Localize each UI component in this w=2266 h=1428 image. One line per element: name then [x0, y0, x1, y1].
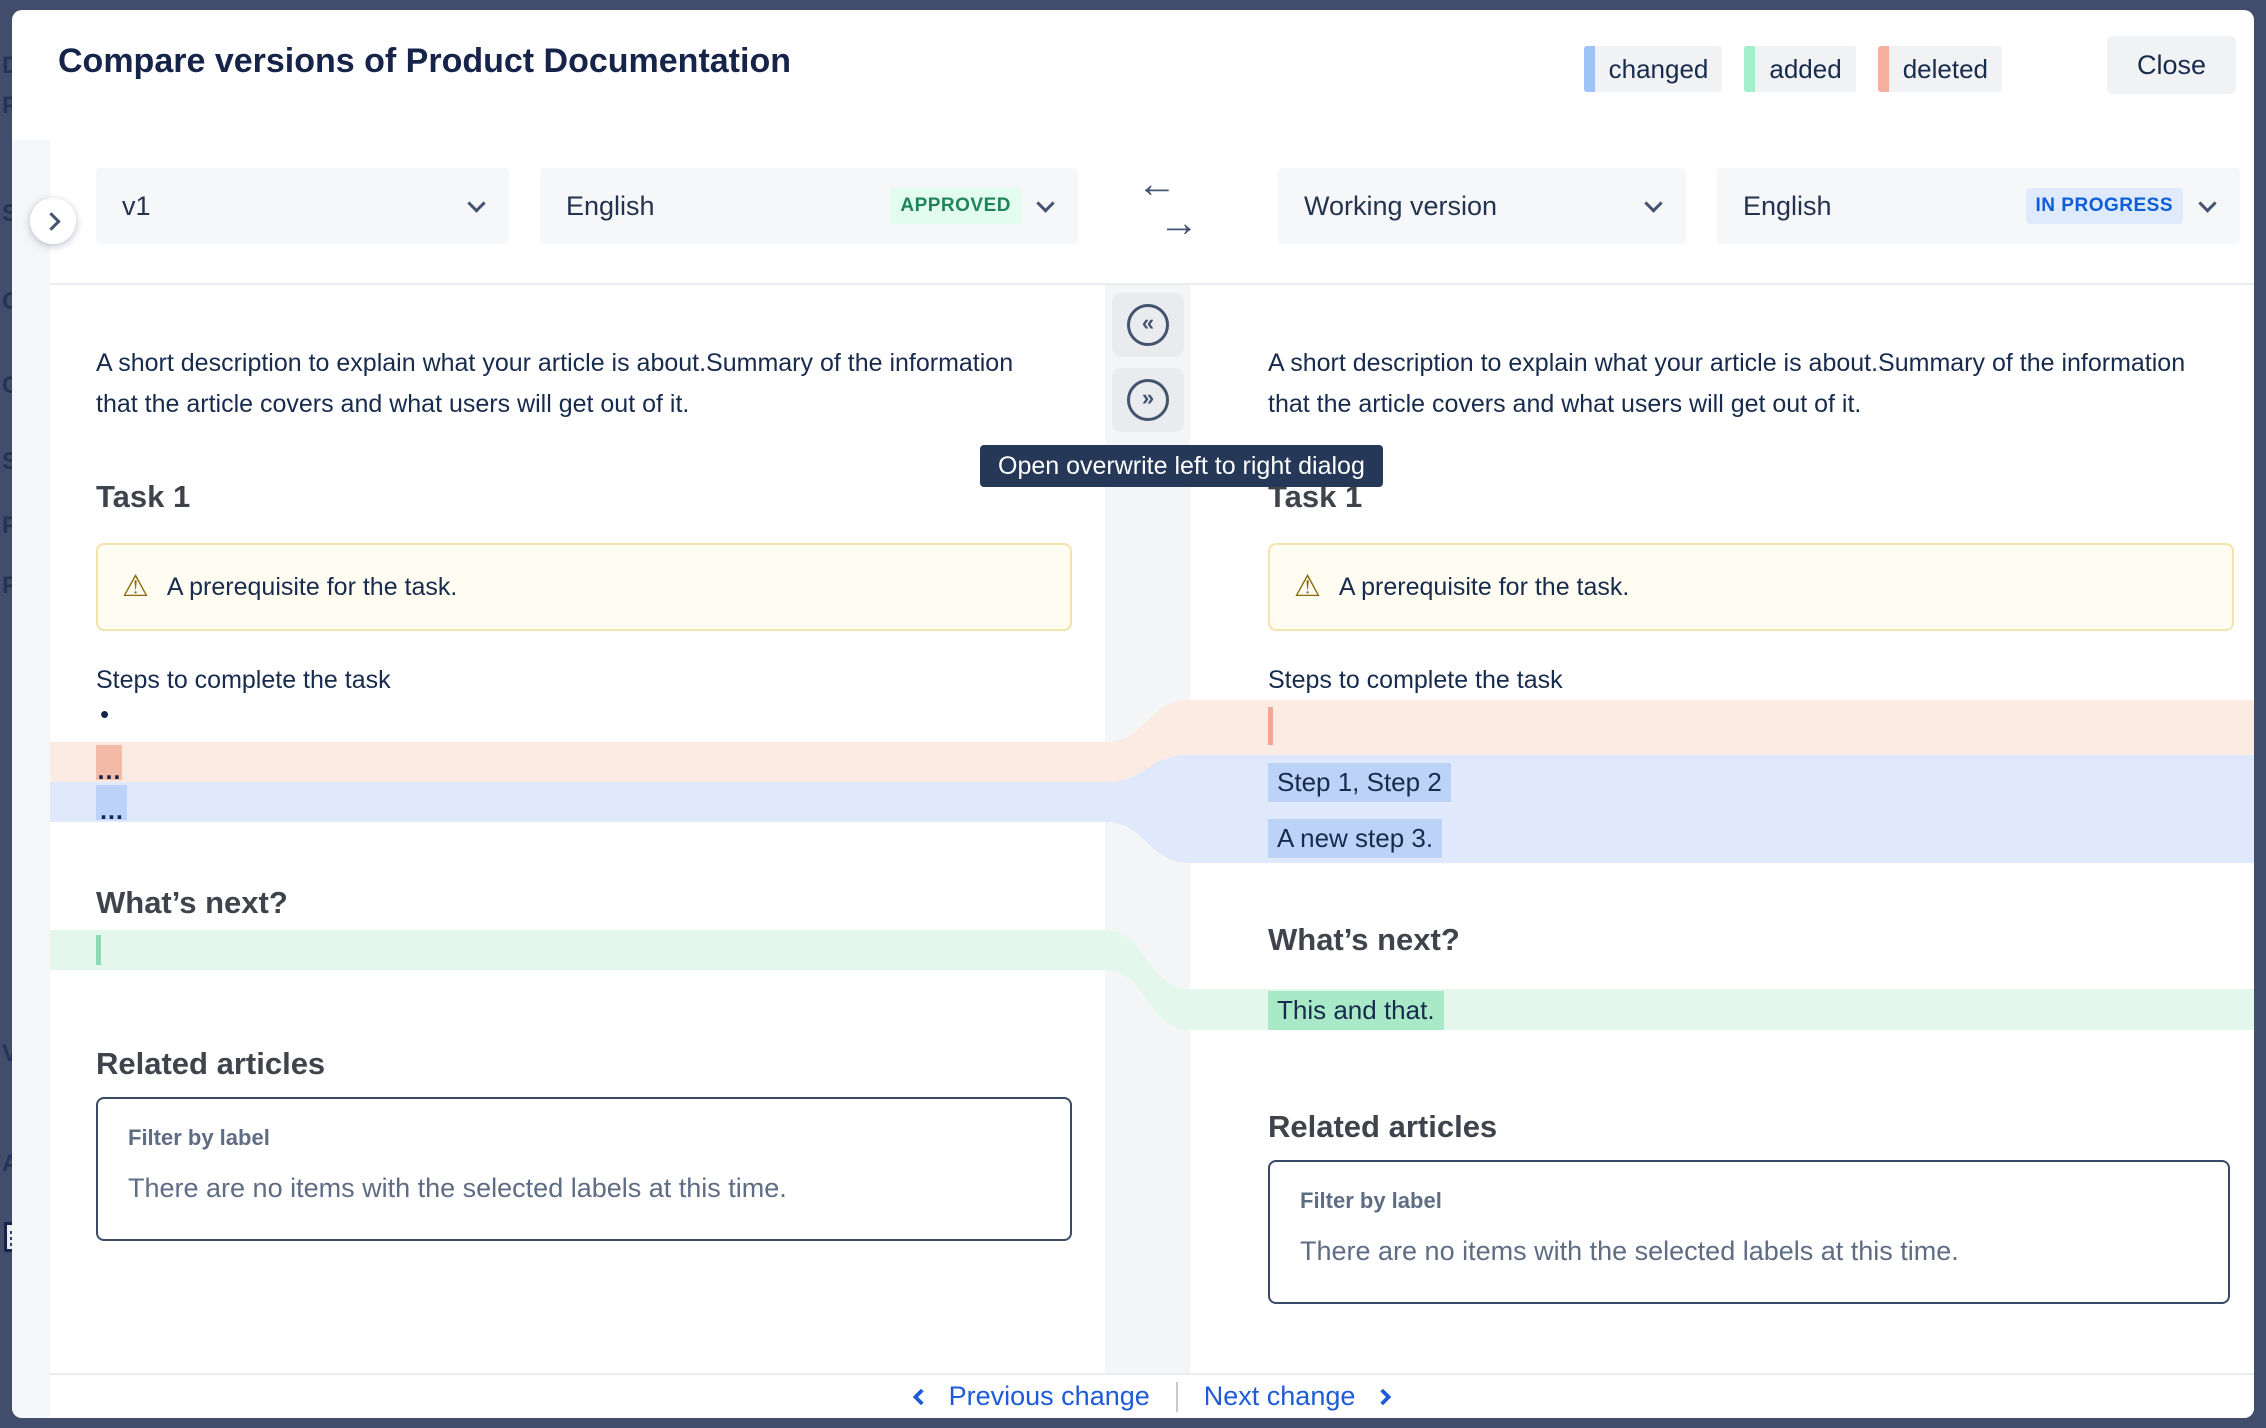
steps-label: Steps to complete the task — [1268, 666, 1563, 695]
warning-icon: ⚠ — [122, 572, 149, 602]
footer-divider — [1176, 1382, 1178, 1412]
in-progress-status-badge: IN PROGRESS — [2026, 188, 2183, 224]
chevron-down-icon — [467, 194, 485, 212]
close-button[interactable]: Close — [2107, 36, 2236, 94]
changed-text-line: A new step 3. — [1268, 819, 1442, 858]
list-bullet: • — [100, 699, 109, 730]
diff-legend: changed added deleted — [1584, 46, 2002, 92]
added-text-line: This and that. — [1268, 991, 1444, 1030]
diff-content: « » Open overwrite left to right dialog … — [50, 285, 2254, 1373]
deleted-diff-band: … — [50, 742, 1105, 782]
changed-color-swatch — [1584, 46, 1595, 92]
dialog-title: Compare versions of Product Documentatio… — [58, 42, 791, 81]
left-version-panel: A short description to explain what your… — [50, 285, 1105, 1373]
chevron-down-icon — [2198, 194, 2216, 212]
related-articles-heading: Related articles — [1268, 1109, 1497, 1145]
deleted-color-swatch — [1878, 46, 1889, 92]
filter-by-label: Filter by label — [1300, 1188, 1442, 1214]
related-articles-box: Filter by label There are no items with … — [96, 1097, 1072, 1241]
article-description: A short description to explain what your… — [96, 343, 1031, 425]
compare-toolbar: v1 English APPROVED ← → Working version … — [50, 140, 2254, 285]
left-language-value: English — [566, 191, 655, 222]
chevron-down-icon — [1036, 194, 1054, 212]
deleted-cursor-bar — [1268, 707, 1273, 745]
filter-by-label: Filter by label — [128, 1125, 270, 1151]
chevron-right-icon — [1375, 1388, 1392, 1405]
changed-stub: … — [96, 785, 127, 820]
legend-changed: changed — [1584, 46, 1723, 92]
right-arrow-icon: → — [1159, 201, 1199, 246]
legend-deleted: deleted — [1878, 46, 2002, 92]
legend-deleted-label: deleted — [1889, 46, 2002, 92]
previous-change-label: Previous change — [949, 1381, 1150, 1412]
warning-panel: ⚠ A prerequisite for the task. — [1268, 543, 2234, 631]
task-heading: Task 1 — [96, 479, 190, 515]
next-change-button[interactable]: Next change — [1204, 1381, 1390, 1412]
right-language-value: English — [1743, 191, 1832, 222]
changed-text-line: Step 1, Step 2 — [1268, 763, 1451, 802]
left-language-select[interactable]: English APPROVED — [540, 168, 1078, 244]
left-version-select[interactable]: v1 — [96, 168, 509, 244]
overwrite-right-to-left-button[interactable]: « — [1112, 293, 1184, 357]
warning-text: A prerequisite for the task. — [167, 573, 457, 602]
double-chevron-right-icon: » — [1127, 379, 1169, 421]
right-version-select[interactable]: Working version — [1278, 168, 1686, 244]
deleted-diff-band — [1190, 700, 2254, 755]
previous-change-button[interactable]: Previous change — [915, 1381, 1150, 1412]
compare-versions-dialog: Compare versions of Product Documentatio… — [12, 10, 2254, 1418]
chevron-down-icon — [1644, 194, 1662, 212]
steps-label: Steps to complete the task — [96, 666, 391, 695]
added-cursor-bar — [96, 935, 101, 965]
next-change-label: Next change — [1204, 1381, 1356, 1412]
legend-added-label: added — [1755, 46, 1855, 92]
warning-text: A prerequisite for the task. — [1339, 573, 1629, 602]
added-diff-band — [50, 930, 1105, 970]
chevron-right-icon — [42, 212, 60, 230]
collapsed-sidebar-rail — [12, 140, 50, 1418]
changed-diff-band: Step 1, Step 2 A new step 3. — [1190, 755, 2254, 863]
whats-next-heading: What’s next? — [96, 885, 288, 921]
right-version-value: Working version — [1304, 191, 1497, 222]
swap-sides-icon: ← → — [1137, 170, 1199, 240]
legend-added: added — [1744, 46, 1855, 92]
change-navigation-footer: Previous change Next change — [50, 1373, 2254, 1418]
overwrite-left-to-right-button[interactable]: » — [1112, 368, 1184, 432]
left-version-value: v1 — [122, 191, 151, 222]
double-chevron-left-icon: « — [1127, 304, 1169, 346]
expand-sidebar-button[interactable] — [30, 198, 76, 244]
no-items-message: There are no items with the selected lab… — [1300, 1236, 1959, 1267]
legend-changed-label: changed — [1595, 46, 1723, 92]
right-language-select[interactable]: English IN PROGRESS — [1717, 168, 2240, 244]
warning-icon: ⚠ — [1294, 572, 1321, 602]
added-color-swatch — [1744, 46, 1755, 92]
chevron-left-icon — [912, 1388, 929, 1405]
article-description: A short description to explain what your… — [1268, 343, 2203, 425]
warning-panel: ⚠ A prerequisite for the task. — [96, 543, 1072, 631]
whats-next-heading: What’s next? — [1268, 922, 1460, 958]
deleted-stub: … — [96, 745, 122, 780]
added-diff-band: This and that. — [1190, 989, 2254, 1030]
related-articles-box: Filter by label There are no items with … — [1268, 1160, 2230, 1304]
approved-status-badge: APPROVED — [890, 188, 1021, 224]
overwrite-tooltip: Open overwrite left to right dialog — [980, 445, 1383, 487]
changed-diff-band: … — [50, 782, 1105, 822]
no-items-message: There are no items with the selected lab… — [128, 1173, 787, 1204]
related-articles-heading: Related articles — [96, 1046, 325, 1082]
